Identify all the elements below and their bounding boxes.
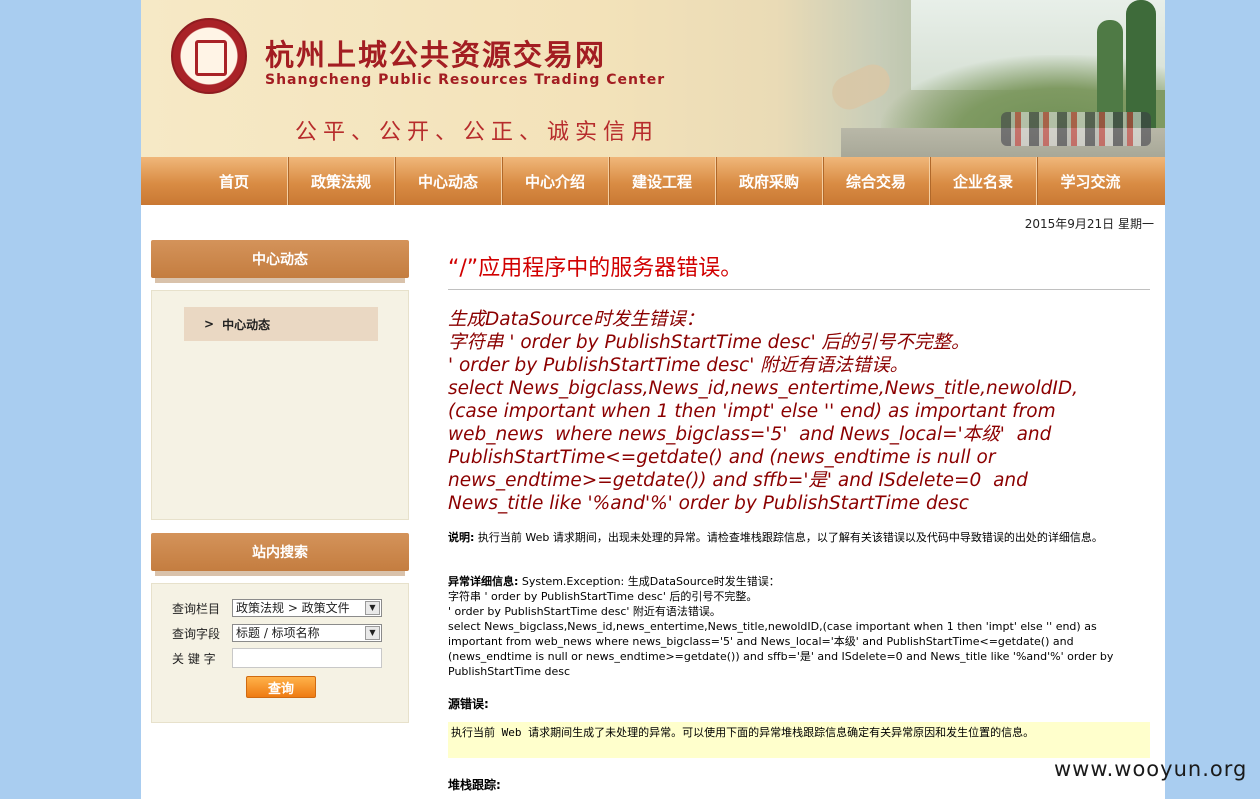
exception-label: 异常详细信息:: [448, 575, 519, 588]
column-select[interactable]: 政策法规 > 政策文件 ▼: [232, 599, 382, 617]
exception-line: select News_bigclass,News_id,news_entert…: [448, 620, 1097, 633]
column-label: 查询栏目: [172, 601, 221, 616]
seal-logo: [171, 18, 247, 94]
source-error-box: 执行当前 Web 请求期间生成了未处理的异常。可以使用下面的异常堆栈跟踪信息确定…: [448, 722, 1150, 758]
keyword-label: 关 键 字: [172, 651, 216, 666]
main-nav: 首页 政策法规 中心动态 中心介绍 建设工程 政府采购 综合交易 企业名录 学习…: [141, 157, 1165, 205]
description-text: 执行当前 Web 请求期间，出现未处理的异常。请检查堆栈跟踪信息，以了解有关该错…: [474, 531, 1103, 544]
field-row: 查询字段 标题 / 标项名称 ▼: [172, 623, 382, 643]
banner-people: [1001, 112, 1151, 146]
exception-line: (news_endtime is null or news_endtime>=g…: [448, 650, 1114, 663]
error-description: 说明: 执行当前 Web 请求期间，出现未处理的异常。请检查堆栈跟踪信息，以了解…: [448, 530, 1150, 545]
chevron-right-icon: >: [204, 317, 215, 331]
exception-line: ' order by PublishStartTime desc' 附近有语法错…: [448, 605, 721, 618]
error-content: “/”应用程序中的服务器错误。 生成DataSource时发生错误： 字符串 '…: [448, 250, 1150, 792]
column-row: 查询栏目 政策法规 > 政策文件 ▼: [172, 598, 382, 618]
exception-line: 字符串 ' order by PublishStartTime desc' 后的…: [448, 590, 758, 603]
search-panel: 查询栏目 政策法规 > 政策文件 ▼ 查询字段 标题 / 标项名称 ▼ 关 键 …: [151, 583, 409, 723]
nav-item-policy[interactable]: 政策法规: [288, 157, 395, 205]
error-title: “/”应用程序中的服务器错误。: [448, 256, 743, 281]
keyword-row: 关 键 字: [172, 648, 382, 668]
nav-item-procurement[interactable]: 政府采购: [716, 157, 823, 205]
current-date: 2015年9月21日 星期一: [1024, 217, 1154, 231]
source-error-label: 源错误:: [448, 697, 489, 711]
watermark: www.wooyun.org: [1054, 757, 1248, 781]
site-title-en: Shangcheng Public Resources Trading Cent…: [265, 72, 666, 88]
nav-item-home[interactable]: 首页: [181, 157, 288, 205]
nav-item-directory[interactable]: 企业名录: [930, 157, 1037, 205]
page: 杭州上城公共资源交易网 Shangcheng Public Resources …: [141, 0, 1165, 799]
nav-item-construction[interactable]: 建设工程: [609, 157, 716, 205]
column-select-value: 政策法规 > 政策文件: [236, 601, 350, 615]
exception-details: 异常详细信息: System.Exception: 生成DataSource时发…: [448, 574, 1150, 679]
site-title: 杭州上城公共资源交易网: [265, 38, 607, 72]
nav-item-learning[interactable]: 学习交流: [1037, 157, 1144, 205]
chevron-down-icon[interactable]: ▼: [365, 626, 380, 640]
field-label: 查询字段: [172, 626, 221, 641]
error-message: 生成DataSource时发生错误： 字符串 ' order by Publis…: [448, 309, 1078, 514]
sidebar-item-label: 中心动态: [222, 317, 271, 332]
field-select-value: 标题 / 标项名称: [236, 626, 320, 640]
nav-item-trading[interactable]: 综合交易: [823, 157, 930, 205]
exception-line: PublishStartTime desc: [448, 665, 571, 678]
sidebar-item-news[interactable]: > 中心动态: [184, 307, 378, 341]
keyword-input[interactable]: [232, 648, 382, 668]
divider: [448, 289, 1150, 290]
seal-logo-mark: [195, 40, 227, 76]
exception-text: System.Exception: 生成DataSource时发生错误：: [518, 575, 780, 588]
search-button[interactable]: 查询: [246, 676, 316, 698]
description-label: 说明:: [448, 531, 475, 544]
news-panel: > 中心动态: [151, 290, 409, 520]
field-select[interactable]: 标题 / 标项名称 ▼: [232, 624, 382, 642]
chevron-down-icon[interactable]: ▼: [365, 601, 380, 615]
nav-item-about[interactable]: 中心介绍: [502, 157, 609, 205]
search-panel-title: 站内搜索: [151, 533, 409, 576]
exception-line: important from web_news where news_bigcl…: [448, 635, 1074, 648]
nav-item-news[interactable]: 中心动态: [395, 157, 502, 205]
header-banner: 杭州上城公共资源交易网 Shangcheng Public Resources …: [141, 0, 1165, 157]
stack-trace-label: 堆栈跟踪:: [448, 778, 501, 792]
site-slogan: 公平、公开、公正、诚实信用: [295, 120, 660, 145]
news-panel-title: 中心动态: [151, 240, 409, 283]
